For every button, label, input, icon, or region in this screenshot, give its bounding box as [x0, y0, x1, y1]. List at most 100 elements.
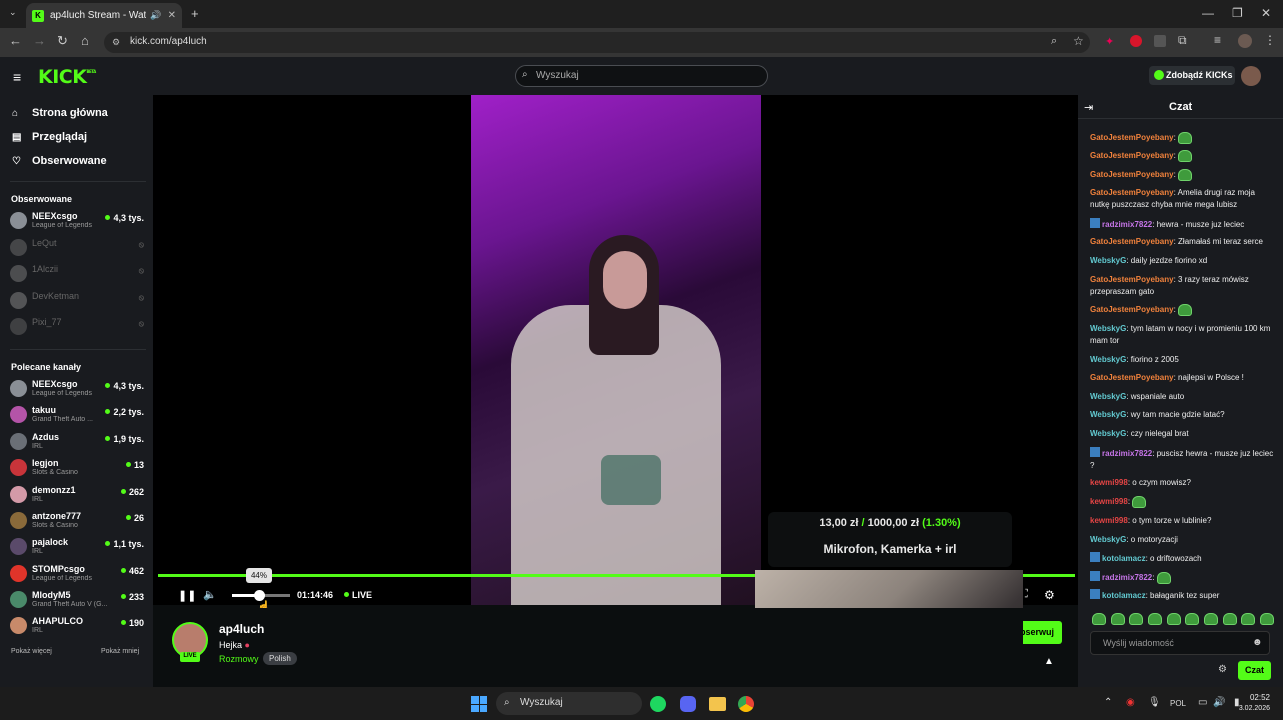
tray-chevron-icon[interactable]: ⌃	[1104, 697, 1112, 708]
new-tab-icon[interactable]: +	[191, 6, 199, 21]
chat-username[interactable]: WebskyG	[1090, 256, 1126, 265]
file-explorer-icon[interactable]	[709, 697, 726, 711]
tab-close-icon[interactable]: ✕	[168, 10, 176, 21]
recommended-channel[interactable]: pajalock IRL 1,1 tys.	[10, 535, 146, 559]
chat-username[interactable]: WebskyG	[1090, 355, 1126, 364]
network-icon[interactable]: ▭	[1198, 697, 1207, 708]
chat-username[interactable]: GatoJestemPoyebany	[1090, 170, 1174, 179]
tray-app-icon[interactable]: ◉	[1126, 697, 1135, 708]
chrome-icon[interactable]	[738, 696, 754, 712]
back-icon[interactable]: ←	[9, 33, 22, 48]
recommended-channel[interactable]: AHAPULCO IRL 190	[10, 614, 146, 638]
chat-username[interactable]: radzimix7822	[1102, 449, 1152, 458]
emoji-picker-icon[interactable]: ☻	[1252, 637, 1263, 648]
browser-menu-icon[interactable]: ⋮	[1264, 33, 1276, 47]
emote-icon[interactable]	[1129, 613, 1144, 625]
language-tag[interactable]: Polish	[263, 652, 297, 665]
tab-audio-icon[interactable]: 🔊	[150, 10, 161, 21]
sidebar-item-following[interactable]: ♡ Obserwowane	[12, 155, 107, 167]
home-icon[interactable]: ⌂	[81, 33, 89, 48]
search-input[interactable]: Wyszukaj	[515, 65, 768, 87]
channel-name[interactable]: ap4luch	[219, 622, 264, 636]
windows-start-icon[interactable]	[471, 696, 487, 712]
chat-username[interactable]: GatoJestemPoyebany	[1090, 188, 1174, 197]
speaker-icon[interactable]: 🔊	[1213, 697, 1225, 708]
chat-settings-icon[interactable]: ⚙	[1218, 664, 1227, 675]
browser-tab[interactable]: K ap4luch Stream - Watch Live 🔊 ✕	[26, 3, 182, 28]
pause-icon[interactable]: ❚❚	[178, 589, 196, 602]
zoom-icon[interactable]: ⌕	[1051, 35, 1057, 48]
stream-category[interactable]: Rozmowy	[219, 654, 259, 664]
chat-username[interactable]: kewmi998	[1090, 478, 1128, 487]
forward-icon[interactable]: →	[33, 33, 46, 48]
spotify-icon[interactable]	[650, 696, 666, 712]
extension-pin-icon[interactable]: ✦	[1105, 35, 1114, 48]
chat-username[interactable]: GatoJestemPoyebany	[1090, 305, 1174, 314]
extension-icon[interactable]	[1154, 35, 1166, 47]
chat-username[interactable]: kewmi998	[1090, 516, 1128, 525]
emote-icon[interactable]	[1166, 613, 1181, 625]
tab-list-icon[interactable]: ⌄	[9, 7, 17, 18]
emote-icon[interactable]	[1147, 613, 1162, 625]
chat-username[interactable]: radzimix7822	[1102, 220, 1152, 229]
emote-icon[interactable]	[1241, 613, 1256, 625]
live-indicator[interactable]: LIVE	[344, 590, 372, 600]
profile-avatar[interactable]	[1238, 34, 1252, 48]
report-icon[interactable]: ▲	[1044, 656, 1054, 667]
chat-username[interactable]: GatoJestemPoyebany	[1090, 151, 1174, 160]
recommended-channel[interactable]: antzone777 Slots & Casino 26	[10, 509, 146, 533]
emote-icon[interactable]	[1222, 613, 1237, 625]
chat-username[interactable]: GatoJestemPoyebany	[1090, 237, 1174, 246]
show-more-link[interactable]: Pokaż więcej	[11, 648, 52, 655]
recommended-channel[interactable]: Azdus IRL 1,9 tys.	[10, 430, 146, 454]
emote-icon[interactable]	[1092, 613, 1106, 625]
chat-username[interactable]: GatoJestemPoyebany	[1090, 275, 1174, 284]
emote-icon[interactable]	[1110, 613, 1125, 625]
chat-username[interactable]: WebskyG	[1090, 410, 1126, 419]
recommended-channel[interactable]: NEEXcsgo League of Legends 4,3 tys.	[10, 377, 146, 401]
followed-channel[interactable]: NEEXcsgo League of Legends 4,3 tys.	[10, 209, 146, 233]
extensions-puzzle-icon[interactable]: ⧉	[1178, 33, 1187, 48]
hamburger-menu-icon[interactable]: ≡	[13, 69, 21, 85]
emote-icon[interactable]	[1185, 613, 1200, 625]
site-info-icon[interactable]: ⚙	[112, 37, 120, 48]
url-bar[interactable]: kick.com/ap4luch	[104, 32, 1090, 53]
chat-username[interactable]: WebskyG	[1090, 429, 1126, 438]
chat-username[interactable]: kewmi998	[1090, 497, 1128, 506]
minimize-icon[interactable]: —	[1202, 6, 1214, 20]
close-window-icon[interactable]: ✕	[1261, 6, 1271, 20]
recommended-channel[interactable]: MlodyM5 Grand Theft Auto V (G... 233	[10, 588, 146, 612]
show-less-link[interactable]: Pokaż mniej	[101, 648, 139, 655]
chat-send-button[interactable]: Czat	[1238, 661, 1271, 680]
chat-username[interactable]: radzimix7822	[1102, 573, 1152, 582]
microphone-icon[interactable]: 🎙	[1148, 697, 1161, 708]
collapse-chat-icon[interactable]: ⇥	[1084, 101, 1093, 114]
chat-username[interactable]: kotolamacz	[1102, 591, 1146, 600]
followed-channel[interactable]: DevKetman ⦸	[10, 289, 146, 313]
recommended-channel[interactable]: STOMPcsgo League of Legends 462	[10, 562, 146, 586]
recommended-channel[interactable]: takuu Grand Theft Auto ... 2,2 tys.	[10, 403, 146, 427]
sidebar-item-browse[interactable]: ▤ Przeglądaj	[12, 131, 87, 143]
reading-list-icon[interactable]: ≡	[1214, 33, 1221, 47]
discord-icon[interactable]	[680, 696, 696, 712]
reload-icon[interactable]: ↻	[57, 33, 68, 49]
recommended-channel[interactable]: legjon Slots & Casino 13	[10, 456, 146, 480]
emote-icon[interactable]	[1259, 613, 1274, 625]
followed-channel[interactable]: LeQut ⦸	[10, 236, 146, 260]
followed-channel[interactable]: 1Alczii ⦸	[10, 262, 146, 286]
follow-button[interactable]: Obserwuj	[1023, 621, 1062, 644]
chat-username[interactable]: kotolamacz	[1102, 554, 1146, 563]
settings-gear-icon[interactable]: ⚙	[1044, 588, 1055, 602]
chat-input[interactable]: Wyślij wiadomość	[1090, 631, 1270, 655]
maximize-icon[interactable]: ❐	[1232, 6, 1243, 20]
sidebar-item-home[interactable]: ⌂ Strona główna	[12, 107, 108, 119]
followed-channel[interactable]: Pixi_77 ⦸	[10, 315, 146, 339]
chat-username[interactable]: WebskyG	[1090, 324, 1126, 333]
keyboard-language[interactable]: POL	[1170, 699, 1186, 708]
user-avatar[interactable]	[1241, 66, 1261, 86]
chat-username[interactable]: WebskyG	[1090, 392, 1126, 401]
taskbar-search[interactable]: Wyszukaj	[496, 692, 642, 715]
recommended-channel[interactable]: demonzz1 IRL 262	[10, 483, 146, 507]
kick-logo[interactable]: KICKBETA	[38, 66, 96, 88]
clock-date[interactable]: 3.02.2026	[1235, 705, 1270, 712]
